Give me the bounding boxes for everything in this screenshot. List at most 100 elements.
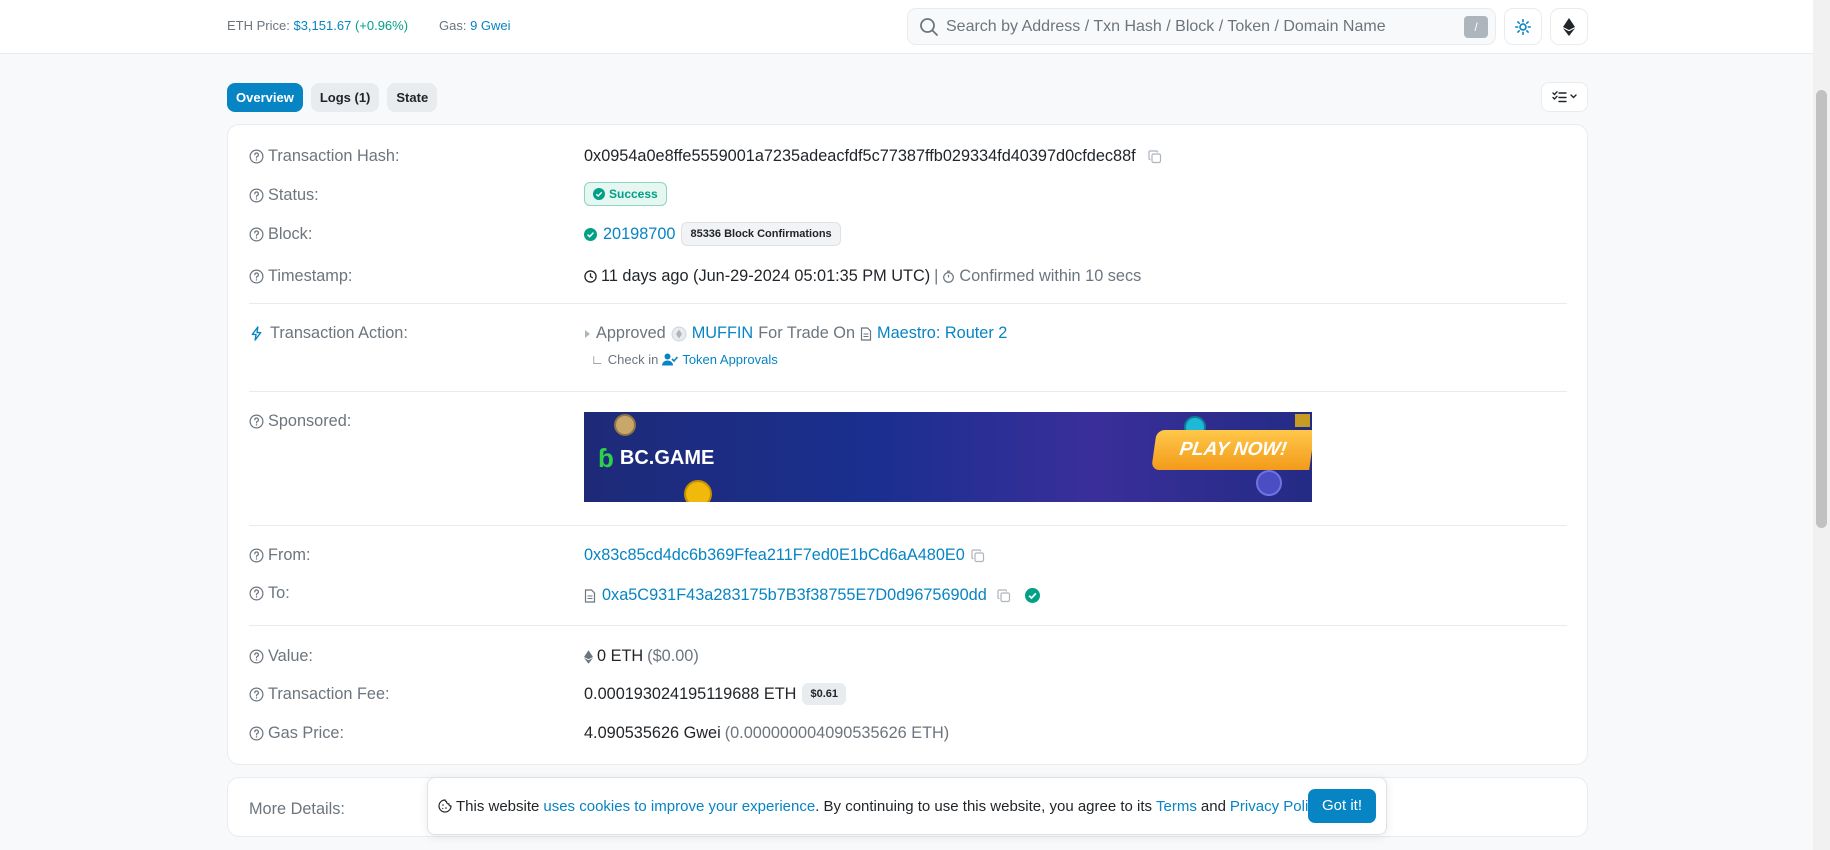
got-it-button[interactable]: Got it! <box>1307 789 1376 823</box>
for-trade-on-text: For Trade On <box>758 324 856 342</box>
sponsored-label: Sponsored: <box>249 412 351 431</box>
page-scrollbar[interactable] <box>1813 0 1830 850</box>
tab-logs[interactable]: Logs (1) <box>310 83 380 112</box>
copy-icon[interactable] <box>1148 149 1162 164</box>
to-label-text: To: <box>268 584 290 602</box>
status-value: Success <box>584 182 667 206</box>
status-label-text: Status: <box>268 186 319 204</box>
cookie-text-2: . By continuing to use this website, you… <box>815 797 1153 815</box>
timestamp-value: 11 days ago (Jun-29-2024 05:01:35 PM UTC… <box>584 267 1141 286</box>
cookie-banner: This website uses cookies to improve you… <box>427 777 1387 835</box>
action-approved-text: Approved <box>596 324 666 342</box>
view-options-button[interactable] <box>1541 82 1588 112</box>
cookie-icon <box>438 799 452 813</box>
help-icon[interactable] <box>249 649 264 664</box>
from-label: From: <box>249 546 311 565</box>
sponsored-ad-banner[interactable]: ɓ BC.GAME PLAY NOW! <box>584 412 1312 502</box>
to-address-link[interactable]: 0xa5C931F43a283175b7B3f38755E7D0d9675690… <box>602 586 987 605</box>
help-icon[interactable] <box>249 726 264 741</box>
status-badge: Success <box>584 182 667 206</box>
ad-play-now-button[interactable]: PLAY NOW! <box>1151 430 1312 470</box>
network-button[interactable] <box>1550 8 1588 45</box>
transaction-action-label: Transaction Action: <box>249 324 408 343</box>
caret-right-icon[interactable] <box>584 329 591 339</box>
gas-label: Gas: <box>439 18 467 33</box>
to-value: 0xa5C931F43a283175b7B3f38755E7D0d9675690… <box>584 586 1040 605</box>
cookie-experience-link[interactable]: uses cookies to improve your experience <box>543 798 815 815</box>
value-label: Value: <box>249 647 313 666</box>
list-options-icon <box>1551 91 1577 103</box>
tx-hash-label-text: Transaction Hash: <box>268 147 400 165</box>
gas-price-header: Gas: 9 Gwei <box>439 18 511 33</box>
from-value: 0x83c85cd4dc6b369Ffea211F7ed0E1bCd6aA480… <box>584 546 985 565</box>
copy-icon[interactable] <box>971 548 985 563</box>
block-label: Block: <box>249 225 312 244</box>
contract-file-icon <box>584 588 596 603</box>
scrollbar-thumb[interactable] <box>1816 90 1827 528</box>
tx-hash-text: 0x0954a0e8ffe5559001a7235adeacfdf5c77387… <box>584 147 1136 165</box>
sponsored-label-text: Sponsored: <box>268 412 352 430</box>
search-shortcut-badge: / <box>1464 16 1488 38</box>
transaction-fee-label: Transaction Fee: <box>249 685 390 704</box>
ethereum-icon <box>1563 17 1575 36</box>
value-value: 0 ETH ($0.00) <box>584 647 699 666</box>
timestamp-label-text: Timestamp: <box>268 267 353 285</box>
stopwatch-icon <box>943 270 955 283</box>
eth-price-value[interactable]: $3,151.67 <box>293 18 351 33</box>
tab-overview[interactable]: Overview <box>227 83 303 112</box>
gas-value[interactable]: 9 Gwei <box>470 18 510 33</box>
ad-coin-graphic <box>614 414 636 436</box>
help-icon[interactable] <box>249 227 264 242</box>
eth-price-change: (+0.96%) <box>354 18 409 33</box>
tab-state[interactable]: State <box>387 83 438 112</box>
terms-link[interactable]: Terms <box>1156 798 1197 815</box>
ethereum-icon <box>584 649 593 664</box>
help-icon[interactable] <box>249 586 264 601</box>
ad-choices-icon[interactable] <box>1295 414 1310 427</box>
help-icon[interactable] <box>249 687 264 702</box>
subitem-corner: ∟ <box>591 352 604 367</box>
block-value: 20198700 85336 Block Confirmations <box>584 222 841 246</box>
divider <box>249 303 1567 304</box>
token-icon <box>671 326 687 341</box>
from-address-link[interactable]: 0x83c85cd4dc6b369Ffea211F7ed0E1bCd6aA480… <box>584 546 965 565</box>
lightning-icon <box>251 326 262 341</box>
value-label-text: Value: <box>268 647 313 665</box>
tx-hash-label: Transaction Hash: <box>249 147 400 166</box>
divider <box>249 625 1567 626</box>
maestro-router-link[interactable]: Maestro: Router 2 <box>877 324 1007 343</box>
more-details-label: More Details: <box>249 800 345 818</box>
tx-hash-value: 0x0954a0e8ffe5559001a7235adeacfdf5c77387… <box>584 147 1162 166</box>
block-number-link[interactable]: 20198700 <box>603 225 675 244</box>
fee-eth-text: 0.000193024195119688 ETH <box>584 684 797 703</box>
help-icon[interactable] <box>249 149 264 164</box>
token-approvals-link[interactable]: Token Approvals <box>682 352 777 367</box>
transaction-action-value: Approved MUFFIN For Trade On Maestro: Ro… <box>584 324 1007 343</box>
contract-file-icon <box>860 326 872 341</box>
help-icon[interactable] <box>249 414 264 429</box>
bc-logo-icon: ɓ <box>598 443 614 473</box>
from-label-text: From: <box>268 546 311 564</box>
ad-brand-text: BC.GAME <box>619 447 715 469</box>
token-muffin-link[interactable]: MUFFIN <box>692 324 754 343</box>
copy-icon[interactable] <box>997 588 1011 603</box>
transaction-overview-card: Transaction Hash: 0x0954a0e8ffe5559001a7… <box>227 124 1588 765</box>
transaction-action-label-text: Transaction Action: <box>270 324 408 342</box>
help-icon[interactable] <box>249 188 264 203</box>
status-text: Success <box>609 187 658 201</box>
gas-price-eth-text: (0.000000004090535626 ETH) <box>724 724 950 742</box>
clock-icon <box>584 270 597 283</box>
value-usd-text: ($0.00) <box>647 647 699 665</box>
user-check-icon <box>662 353 679 366</box>
check-circle-icon <box>593 188 605 200</box>
gas-price-label: Gas Price: <box>249 724 344 743</box>
ad-coin-graphic <box>1256 470 1282 496</box>
theme-toggle-button[interactable] <box>1504 8 1542 45</box>
search-input[interactable] <box>946 11 1446 42</box>
help-icon[interactable] <box>249 548 264 563</box>
search-box[interactable]: / <box>907 8 1496 45</box>
help-icon[interactable] <box>249 269 264 284</box>
timestamp-label: Timestamp: <box>249 267 352 286</box>
tab-bar: Overview Logs (1) State <box>227 83 438 112</box>
divider <box>249 391 1567 392</box>
